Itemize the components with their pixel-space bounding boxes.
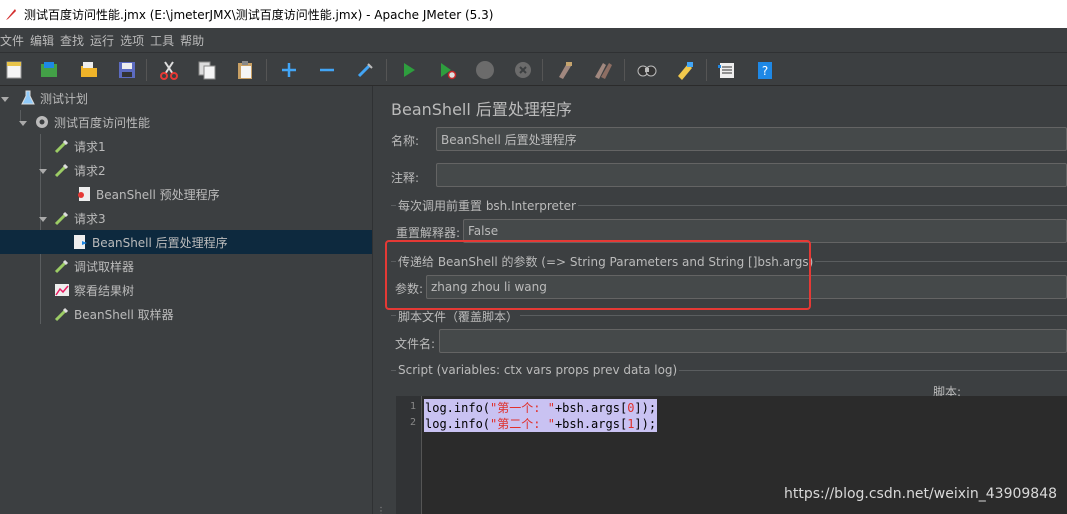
expand-icon[interactable] (278, 59, 300, 81)
pipette-icon (54, 210, 70, 226)
name-value: BeanShell 后置处理程序 (441, 132, 577, 147)
menu-edit[interactable]: 编辑 (30, 32, 60, 49)
code-token: ]); (634, 401, 657, 415)
collapse-arrow-icon[interactable] (0, 93, 10, 103)
collapse-icon[interactable] (316, 59, 338, 81)
function-helper-icon[interactable] (716, 59, 738, 81)
test-plan-tree: 测试计划 测试百度访问性能 请求1 请求2 BeanShell 预处理程序 请求… (0, 86, 372, 514)
gear-icon (34, 114, 50, 130)
collapse-arrow-icon[interactable] (38, 165, 48, 175)
tree-item-beanshell-sampler[interactable]: BeanShell 取样器 (0, 302, 372, 326)
pipette-icon (54, 306, 70, 322)
start-no-pause-icon[interactable] (436, 59, 458, 81)
jmeter-feather-icon (4, 7, 18, 21)
start-icon[interactable] (398, 59, 420, 81)
help-icon[interactable]: ? (754, 59, 776, 81)
tree-item-label: 察看结果树 (74, 283, 135, 298)
line-number-gutter: 1 2 (396, 396, 422, 514)
tree-item-results-tree[interactable]: 察看结果树 (0, 278, 372, 302)
pipette-icon (54, 138, 70, 154)
file-group-title: 脚本文件（覆盖脚本） (396, 308, 521, 325)
shutdown-icon[interactable] (512, 59, 534, 81)
name-label: 名称: (391, 134, 420, 148)
menu-options[interactable]: 选项 (120, 32, 150, 49)
line-number: 1 (409, 401, 416, 412)
script-group-title: Script (variables: ctx vars props prev d… (396, 363, 680, 377)
drag-handle-icon[interactable]: ⋮ (376, 506, 386, 514)
chart-icon (54, 282, 70, 298)
menu-tools[interactable]: 工具 (150, 32, 180, 49)
toggle-icon[interactable] (354, 59, 376, 81)
pipette-icon (54, 162, 70, 178)
collapse-arrow-icon[interactable] (38, 213, 48, 223)
panel-title: BeanShell 后置处理程序 (391, 100, 572, 119)
name-field[interactable]: BeanShell 后置处理程序 (436, 127, 1067, 151)
clear-icon[interactable] (554, 59, 576, 81)
comment-label: 注释: (391, 171, 420, 185)
menu-help[interactable]: 帮助 (180, 32, 210, 49)
title-bar: 测试百度访问性能.jmx (E:\jmeterJMX\测试百度访问性能.jmx)… (0, 0, 1067, 28)
collapse-arrow-icon[interactable] (18, 117, 28, 127)
tree-item-postprocessor[interactable]: BeanShell 后置处理程序 (0, 230, 372, 254)
window-title: 测试百度访问性能.jmx (E:\jmeterJMX\测试百度访问性能.jmx)… (24, 7, 494, 22)
pipette-icon (54, 258, 70, 274)
highlight-annotation-box (385, 240, 811, 310)
tree-item-thread-group[interactable]: 测试百度访问性能 (0, 110, 372, 134)
reset-label: 重置解释器: (396, 226, 461, 240)
cut-icon[interactable] (158, 59, 180, 81)
menu-bar: 文件 编辑 查找 运行 选项 工具 帮助 (0, 28, 1067, 52)
code-string: "第二个: " (490, 417, 555, 431)
tree-item-label: BeanShell 预处理程序 (96, 187, 220, 202)
tree-item-request1[interactable]: 请求1 (0, 134, 372, 158)
code-line-1: log.info("第一个: "+bsh.args[0]); (424, 399, 658, 416)
tree-item-label: 测试计划 (40, 91, 89, 106)
tree-item-label: 调试取样器 (74, 259, 135, 274)
paste-icon[interactable] (234, 59, 256, 81)
reset-search-icon[interactable] (674, 59, 696, 81)
tree-item-label: 请求3 (74, 211, 106, 226)
split-pane-divider[interactable]: ⋮ (372, 86, 386, 514)
svg-text:?: ? (762, 64, 768, 78)
watermark-text: https://blog.csdn.net/weixin_43909848 (784, 486, 1058, 502)
save-icon[interactable] (116, 59, 138, 81)
reset-value: False (468, 224, 499, 238)
line-number: 2 (409, 417, 416, 428)
tree-item-label: BeanShell 取样器 (74, 307, 174, 322)
copy-icon[interactable] (196, 59, 218, 81)
tree-item-test-plan[interactable]: 测试计划 (0, 86, 372, 110)
menu-run[interactable]: 运行 (90, 32, 120, 49)
tree-item-label: 请求2 (74, 163, 106, 178)
comment-field[interactable] (436, 163, 1067, 187)
code-token: log.info( (425, 417, 491, 431)
code-token: +bsh.args[ (554, 417, 628, 431)
tree-item-request3[interactable]: 请求3 (0, 206, 372, 230)
test-plan-icon (20, 90, 36, 106)
clear-all-icon[interactable] (592, 59, 614, 81)
open-icon[interactable] (78, 59, 100, 81)
templates-icon[interactable] (38, 59, 60, 81)
tree-item-debug-sampler[interactable]: 调试取样器 (0, 254, 372, 278)
tree-item-preprocessor[interactable]: BeanShell 预处理程序 (0, 182, 372, 206)
tree-item-label: 请求1 (74, 139, 106, 154)
tree-item-label: BeanShell 后置处理程序 (92, 235, 228, 250)
menu-search[interactable]: 查找 (60, 32, 90, 49)
code-line-2: log.info("第二个: "+bsh.args[1]); (424, 415, 658, 432)
postprocessor-icon (72, 234, 88, 250)
code-token: ]); (634, 417, 657, 431)
file-label: 文件名: (395, 337, 436, 351)
preprocessor-icon (76, 186, 92, 202)
tree-item-request2[interactable]: 请求2 (0, 158, 372, 182)
code-string: "第一个: " (490, 401, 555, 415)
reset-group-title: 每次调用前重置 bsh.Interpreter (396, 197, 578, 214)
search-icon[interactable] (636, 59, 658, 81)
menu-file[interactable]: 文件 (0, 32, 30, 49)
new-icon[interactable] (3, 59, 25, 81)
code-token: +bsh.args[ (554, 401, 628, 415)
filename-field[interactable] (439, 329, 1067, 353)
toolbar: ? (0, 52, 1067, 86)
tree-item-label: 测试百度访问性能 (54, 115, 151, 130)
code-token: log.info( (425, 401, 491, 415)
stop-icon[interactable] (474, 59, 496, 81)
